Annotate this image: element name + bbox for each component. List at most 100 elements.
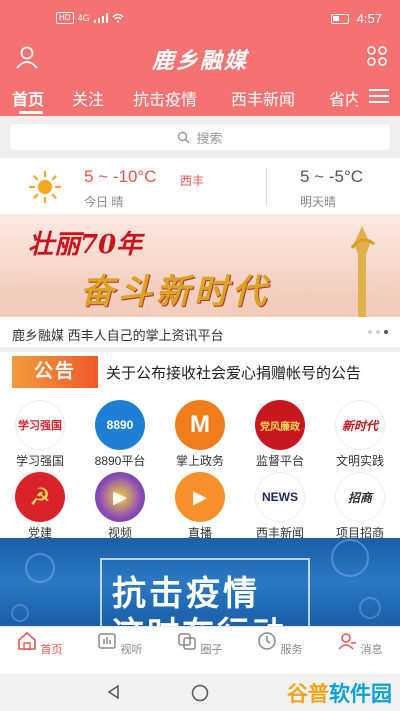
home-button-icon[interactable] [191, 684, 209, 702]
news-icon: NEWS [255, 472, 305, 522]
wifi-icon [112, 13, 124, 23]
epidemic-banner[interactable]: 抗击疫情 这时在行动 [0, 538, 400, 626]
channel-tabs: 首页 关注 抗击疫情 西丰新闻 省内 [0, 78, 400, 116]
signal-icon [93, 13, 108, 23]
video-icon [98, 633, 117, 649]
menu-icon[interactable] [368, 86, 390, 106]
banner-subheadline: 奋斗新时代 [80, 272, 270, 312]
grid-item-live[interactable]: ▶ 直播 [160, 464, 240, 540]
watermark-logo: 谷普软件园 [287, 678, 392, 708]
video-icon: ▶ [95, 472, 145, 522]
watermark-part1: 谷普 [287, 683, 329, 706]
live-icon-text: ▶ [193, 486, 207, 507]
status-bar: HD 4G 4:57 [0, 0, 400, 38]
watermark-part2: 软件园 [329, 683, 392, 706]
government-icon-text: M [190, 411, 210, 438]
clock: 4:57 [356, 11, 382, 26]
nav-circle-label: 圈子 [200, 644, 223, 656]
signal-indicator: 4G [77, 13, 90, 23]
weather-widget[interactable]: 5 ~ -10°C 西丰 今日 晴 5 ~ -5°C 明天晴 [0, 158, 400, 214]
search-area: 搜索 [0, 116, 400, 158]
study-icon: 学习强国 [15, 400, 65, 450]
sun-icon [28, 170, 62, 204]
weather-divider [266, 168, 267, 206]
study-icon-text: 学习强国 [18, 420, 62, 432]
tomorrow-temperature: 5 ~ -5°C [300, 167, 364, 186]
carousel-dots [368, 330, 388, 334]
circle-icon [178, 633, 197, 650]
service-icon [258, 632, 277, 650]
grid-item-investment[interactable]: 招商 项目招商 [320, 464, 400, 540]
notice-bar[interactable]: 公告 关于公布接收社会爱心捐赠帐号的公告 [0, 352, 400, 392]
grid-item-party[interactable]: ☭ 党建 [0, 464, 80, 540]
carousel-dot[interactable] [376, 330, 380, 334]
supervision-icon-text: 党风廉政 [260, 421, 300, 433]
banner-caption: 鹿乡融媒 西丰人自己的掌上资讯平台 [0, 317, 400, 347]
investment-icon: 招商 [335, 472, 385, 522]
notice-badge: 公告 [12, 356, 98, 388]
bottom-navigation: 首页 视听 圈子 服务 消息 [0, 626, 400, 674]
party-icon: ☭ [15, 472, 65, 522]
carousel-dot-active[interactable] [384, 330, 388, 334]
nav-service-label: 服务 [280, 644, 303, 656]
8890-icon: 8890 [95, 400, 145, 450]
app-header: 鹿乡融媒 [0, 38, 400, 78]
monument-icon [350, 226, 375, 317]
nav-service[interactable]: 服务 [240, 631, 320, 657]
nav-message-label: 消息 [360, 644, 383, 656]
nav-home-label: 首页 [40, 644, 63, 656]
service-grid: 学习强国 学习强国 8890 8890平台 M 掌上政务 党风廉政 监督平台 新… [0, 392, 400, 540]
grid-item-gov[interactable]: M 掌上政务 [160, 392, 240, 468]
grid-item-video[interactable]: ▶ 视频 [80, 464, 160, 540]
search-placeholder: 搜索 [196, 130, 223, 146]
status-left: HD 4G [56, 12, 124, 24]
tab-province[interactable]: 省内 [329, 86, 358, 110]
grid-item-news[interactable]: NEWS 西丰新闻 [240, 464, 320, 540]
grid-item-study[interactable]: 学习强国 学习强国 [0, 392, 80, 468]
carousel-dot[interactable] [368, 330, 372, 334]
live-icon: ▶ [175, 472, 225, 522]
tab-follow[interactable]: 关注 [72, 86, 104, 110]
weather-location: 西丰 [180, 174, 205, 188]
promo-subheadline: 这时在行动 [112, 608, 287, 626]
tab-home[interactable]: 首页 [12, 86, 44, 110]
today-label: 今日 晴 [84, 195, 124, 209]
nav-media-label: 视听 [120, 644, 143, 656]
today-temperature: 5 ~ -10°C [84, 167, 157, 186]
active-tab-indicator [19, 111, 43, 114]
message-icon [338, 633, 357, 650]
search-icon [178, 131, 190, 143]
grid-item-supervision[interactable]: 党风廉政 监督平台 [240, 392, 320, 468]
battery-icon [330, 13, 349, 24]
party-icon-text: ☭ [29, 483, 51, 511]
supervision-icon: 党风廉政 [255, 400, 305, 450]
banner-carousel[interactable]: 壮丽70年 奋斗新时代 [0, 214, 400, 317]
status-right: 4:57 [330, 11, 382, 26]
home-icon [18, 631, 37, 650]
nav-home[interactable]: 首页 [0, 631, 80, 657]
grid-item-civilization[interactable]: 新时代 文明实践 [320, 392, 400, 468]
grid-item-8890[interactable]: 8890 8890平台 [80, 392, 160, 468]
app-title: 鹿乡融媒 [151, 48, 248, 74]
civilization-icon: 新时代 [335, 400, 385, 450]
civilization-icon-text: 新时代 [341, 418, 378, 433]
nav-circle[interactable]: 圈子 [160, 631, 240, 657]
tomorrow-label: 明天晴 [300, 195, 337, 209]
banner-headline: 壮丽70年 [28, 230, 143, 260]
tab-scroll-area: 首页 关注 抗击疫情 西丰新闻 省内 [0, 78, 358, 116]
investment-icon-text: 招商 [347, 490, 372, 505]
tab-xifeng-news[interactable]: 西丰新闻 [231, 86, 295, 110]
search-input[interactable]: 搜索 [10, 124, 390, 150]
hd-badge: HD [56, 12, 74, 24]
government-icon: M [175, 400, 225, 450]
apps-grid-icon[interactable] [366, 45, 388, 67]
8890-icon-text: 8890 [106, 418, 134, 432]
nav-message[interactable]: 消息 [320, 631, 400, 657]
nav-media[interactable]: 视听 [80, 631, 160, 657]
caption-text: 鹿乡融媒 西丰人自己的掌上资讯平台 [12, 328, 224, 343]
video-icon-text: ▶ [113, 486, 127, 507]
notice-text[interactable]: 关于公布接收社会爱心捐赠帐号的公告 [106, 362, 390, 383]
tab-epidemic[interactable]: 抗击疫情 [133, 86, 197, 110]
back-icon[interactable] [106, 684, 122, 700]
news-icon-text: NEWS [262, 490, 298, 504]
